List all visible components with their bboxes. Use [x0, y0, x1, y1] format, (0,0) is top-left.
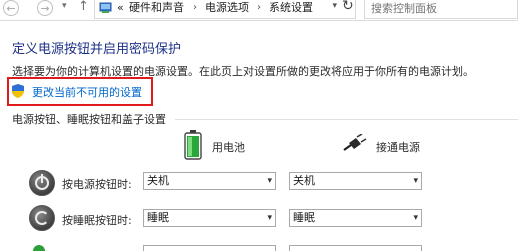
sleep-button-battery-select[interactable]: 睡眠 ▾ — [143, 209, 276, 227]
section-title: 电源按钮、睡眠按钮和盖子设置 — [12, 113, 166, 126]
chevron-down-icon: ▾ — [413, 176, 418, 186]
power-button-battery-value: 关机 — [147, 174, 169, 187]
power-button-battery-select[interactable]: 关机 ▾ — [143, 172, 276, 190]
chevron-down-icon: ▾ — [267, 213, 272, 223]
chevron-down-icon: ▾ — [267, 176, 272, 186]
chevron-down-icon[interactable]: ▾ — [332, 1, 337, 11]
arrow-left-icon: ← — [6, 2, 16, 15]
address-bar: ← → ▾ ↑ « 硬件和声音 › 电源选项 › 系统设置 ▾ ↻ — [0, 0, 518, 21]
sleep-button-battery-value: 睡眠 — [147, 211, 169, 224]
lid-icon — [33, 245, 45, 251]
column-header-battery: 用电池 — [212, 141, 245, 154]
breadcrumb-overflow[interactable]: « — [117, 0, 124, 15]
sleep-button-label: 按睡眠按钮时: — [62, 214, 132, 227]
power-plug-icon — [343, 134, 367, 151]
change-link-label[interactable]: 更改当前不可用的设置 — [32, 84, 142, 100]
power-button-plugged-value: 关机 — [293, 174, 315, 187]
breadcrumb-item-power-options[interactable]: 电源选项 — [205, 0, 249, 15]
power-button-icon — [29, 170, 55, 196]
lid-plugged-select[interactable] — [289, 245, 422, 251]
breadcrumb-separator[interactable]: › — [257, 0, 261, 15]
breadcrumb-item-system-settings[interactable]: 系统设置 — [269, 0, 313, 15]
forward-button[interactable]: → — [37, 0, 53, 16]
control-panel-icon — [99, 2, 112, 13]
power-button-label: 按电源按钮时: — [62, 178, 132, 191]
recent-pages-dropdown-icon[interactable]: ▾ — [62, 1, 67, 11]
sleep-button-plugged-select[interactable]: 睡眠 ▾ — [289, 209, 422, 227]
chevron-down-icon: ▾ — [413, 213, 418, 223]
page-title: 定义电源按钮并启用密码保护 — [12, 42, 182, 57]
column-header-plugged-in: 接通电源 — [376, 141, 420, 154]
sleep-button-icon — [29, 205, 55, 231]
up-arrow-icon[interactable]: ↑ — [78, 0, 89, 14]
breadcrumb-item-hardware-sound[interactable]: 硬件和声音 — [129, 0, 184, 15]
battery-icon — [184, 130, 202, 160]
breadcrumb[interactable]: « 硬件和声音 › 电源选项 › 系统设置 ▾ — [94, 0, 356, 19]
back-button[interactable]: ← — [3, 0, 19, 16]
search-input[interactable] — [365, 0, 505, 16]
refresh-icon[interactable]: ↻ — [342, 0, 354, 14]
power-button-plugged-select[interactable]: 关机 ▾ — [289, 172, 422, 190]
breadcrumb-separator[interactable]: › — [193, 0, 197, 15]
search-box[interactable] — [364, 0, 518, 19]
uac-shield-icon — [12, 84, 24, 98]
sleep-button-plugged-value: 睡眠 — [293, 211, 315, 224]
arrow-right-icon: → — [40, 2, 50, 15]
section-divider — [175, 119, 518, 120]
lid-battery-select[interactable] — [143, 245, 276, 251]
